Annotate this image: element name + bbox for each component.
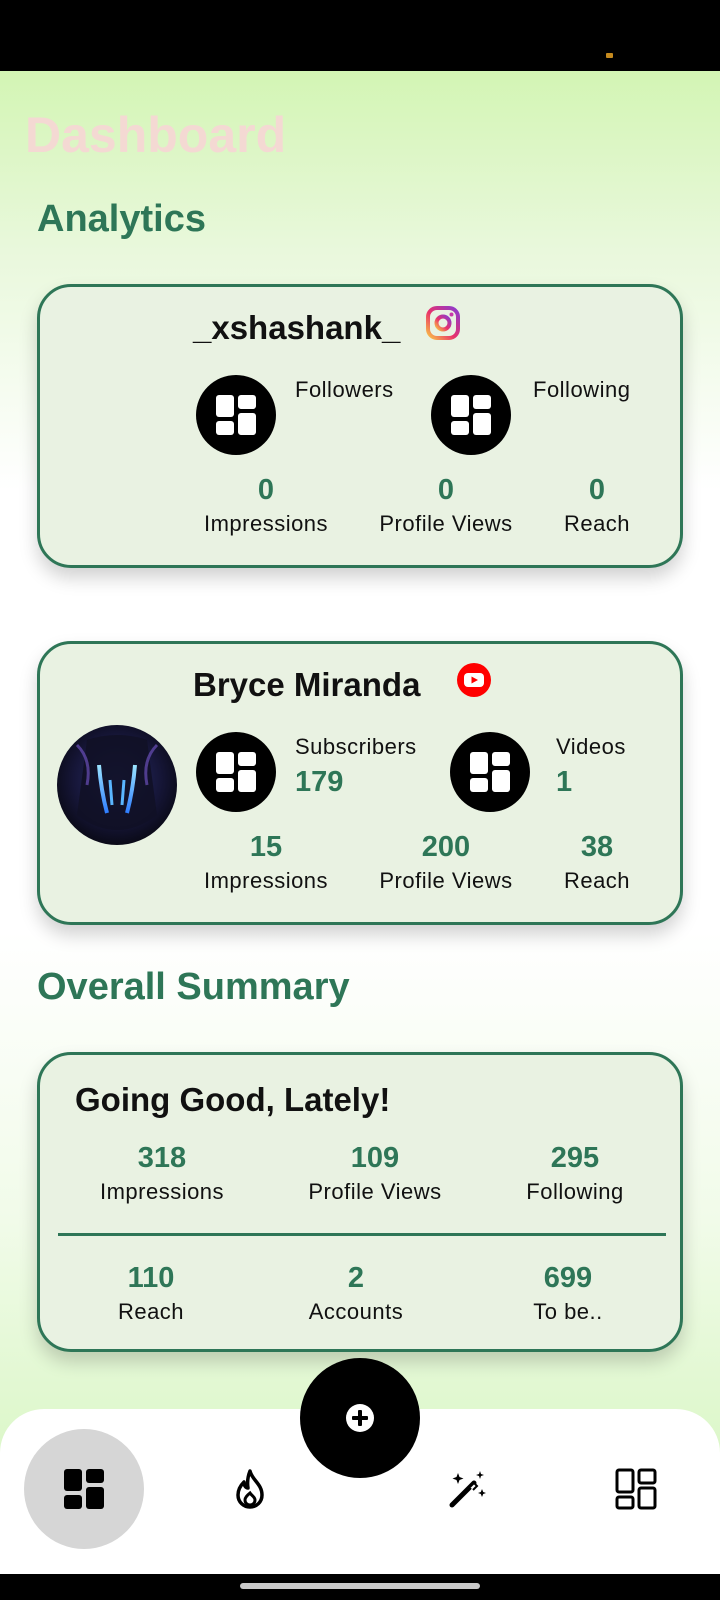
ig-stat-impressions: 0 Impressions [181,473,351,541]
stat-label: Impressions [203,511,329,536]
youtube-card[interactable]: Bryce Miranda Subscribers 179 Videos 1 1… [37,641,683,925]
stat-label: Following [526,1179,624,1204]
stat-value: 200 [421,831,471,863]
status-bar [0,0,720,71]
plus-icon [346,1404,374,1432]
stat-value: 318 [137,1142,187,1174]
stat-value: 699 [543,1262,593,1294]
yt-stat-profile-views: 200 Profile Views [361,830,531,898]
yt-stat-reach: 38 Reach [512,830,682,898]
instagram-icon[interactable] [425,305,461,341]
stat-value: 0 [588,474,606,506]
youtube-icon[interactable] [456,662,492,698]
subscribers-label: Subscribers [295,734,417,759]
stat-label: Reach [563,511,631,536]
nav-trending[interactable] [220,1459,280,1519]
yt-stat-impressions: 15 Impressions [181,830,351,898]
home-indicator[interactable] [240,1583,480,1589]
stat-value: 0 [437,474,455,506]
subscribers-icon [196,732,276,812]
subscribers-value: 179 [295,766,344,798]
followers-icon [196,375,276,455]
youtube-channel-name: Bryce Miranda [193,666,421,703]
summary-to-be: 699 To be.. [483,1261,653,1329]
summary-heading: Going Good, Lately! [75,1081,391,1118]
analytics-heading: Analytics [37,198,206,240]
stat-value: 38 [580,831,614,863]
videos-icon [450,732,530,812]
summary-accounts: 2 Accounts [271,1261,441,1329]
following-icon [431,375,511,455]
summary-impressions: 318 Impressions [77,1141,247,1209]
stat-value: 0 [257,474,275,506]
page-title: Dashboard [25,107,287,163]
summary-reach: 110 Reach [66,1261,236,1329]
stat-value: 110 [127,1262,175,1294]
grid-icon [615,1468,657,1510]
following-label: Following [533,377,631,402]
stat-value: 2 [347,1262,365,1294]
ig-stat-profile-views: 0 Profile Views [361,473,531,541]
magic-wand-icon [449,1471,486,1508]
stat-label: Profile Views [308,1179,442,1204]
stat-value: 15 [249,831,283,863]
add-button[interactable] [300,1358,420,1478]
dashboard-icon [64,1469,104,1509]
summary-following: 295 Following [490,1141,660,1209]
stat-label: Reach [563,868,631,893]
stat-value: 109 [350,1142,400,1174]
nav-dashboard[interactable] [24,1429,144,1549]
followers-label: Followers [295,377,394,402]
status-indicator [606,53,613,58]
stat-label: Impressions [203,868,329,893]
stat-label: Accounts [308,1299,404,1324]
ig-stat-reach: 0 Reach [512,473,682,541]
summary-card[interactable]: Going Good, Lately! 318 Impressions 109 … [37,1052,683,1352]
stat-label: Profile Views [379,868,513,893]
stat-label: Reach [117,1299,185,1324]
summary-profile-views: 109 Profile Views [290,1141,460,1209]
channel-avatar[interactable] [57,725,177,845]
nav-magic[interactable] [438,1459,498,1519]
overall-summary-heading: Overall Summary [37,966,350,1008]
stat-label: Impressions [99,1179,225,1204]
instagram-username: _xshashank_ [193,309,401,346]
instagram-card[interactable]: _xshashank_ Followers Following 0 Impres… [37,284,683,568]
summary-divider [58,1233,666,1236]
stat-label: Profile Views [379,511,513,536]
nav-widgets[interactable] [606,1459,666,1519]
stat-value: 295 [550,1142,600,1174]
videos-label: Videos [556,734,626,759]
stat-label: To be.. [533,1299,603,1324]
flame-icon [236,1469,264,1509]
videos-value: 1 [556,766,573,798]
